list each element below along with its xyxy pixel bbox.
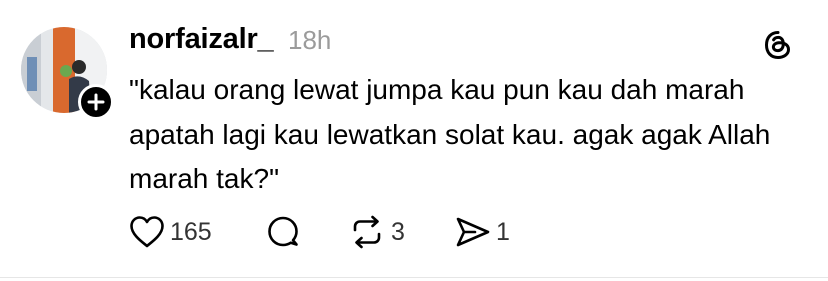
repost-icon — [353, 215, 381, 249]
post-text: "kalau orang lewat jumpa kau pun kau dah… — [129, 74, 771, 194]
avatar-container — [21, 27, 114, 120]
follow-button[interactable] — [78, 84, 114, 120]
share-button[interactable]: 1 — [455, 212, 510, 252]
post-timestamp: 18h — [288, 25, 332, 55]
send-icon — [456, 217, 490, 247]
username[interactable]: norfaizalr_ — [129, 23, 274, 56]
share-count: 1 — [496, 217, 510, 246]
threads-logo-icon[interactable] — [762, 29, 794, 61]
thread-post: norfaizalr_ 18h "kalau orang lewat jumpa… — [0, 0, 828, 278]
post-divider — [0, 277, 828, 278]
plus-icon — [87, 93, 105, 111]
like-button[interactable]: 165 — [129, 212, 212, 252]
comment-button[interactable] — [265, 212, 301, 252]
comment-bubble-icon — [268, 216, 298, 247]
repost-button[interactable]: 3 — [348, 212, 405, 252]
heart-icon — [130, 216, 164, 248]
repost-count: 3 — [391, 217, 405, 246]
like-count: 165 — [170, 217, 212, 246]
